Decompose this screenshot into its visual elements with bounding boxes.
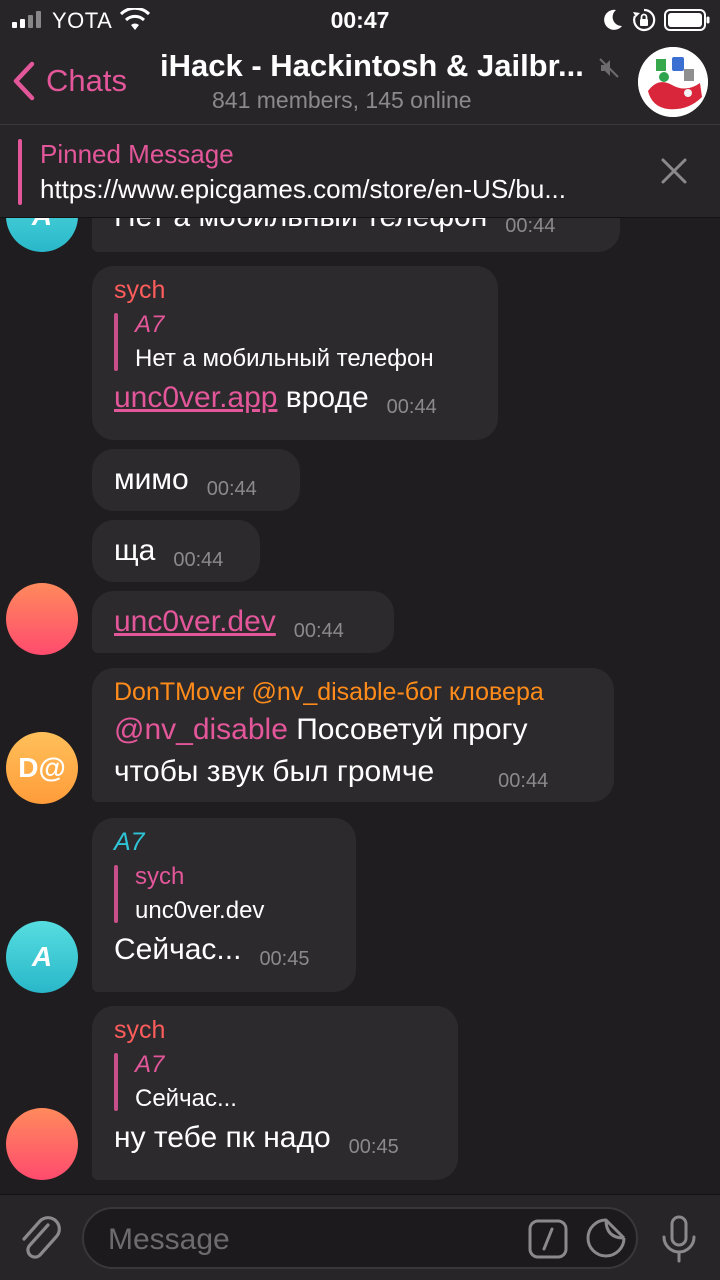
message-text: unc0ver.app вроде 00:44 bbox=[114, 381, 437, 418]
message-bubble[interactable]: ща 00:44 bbox=[92, 520, 260, 582]
message-bubble[interactable]: unc0ver.dev 00:44 bbox=[92, 591, 394, 653]
message-text: Нет а мобильный телефон00:44 bbox=[114, 218, 598, 241]
do-not-disturb-moon-icon bbox=[604, 9, 622, 30]
reply-text: Сейчас... bbox=[135, 1085, 237, 1112]
chat-title[interactable]: iHack - Hackintosh & Jailbr... bbox=[160, 48, 600, 84]
message-time: 00:45 bbox=[259, 948, 310, 970]
group-avatar[interactable] bbox=[638, 47, 708, 117]
chat-header: Chats iHack - Hackintosh & Jailbr... 841… bbox=[0, 40, 720, 124]
paperclip-icon[interactable] bbox=[18, 1213, 64, 1263]
reply-quote[interactable]: A7 Нет а мобильный телефон bbox=[114, 311, 476, 373]
message-bubble[interactable]: DonTMover @nv_disable-бог кловера @nv_di… bbox=[92, 668, 614, 802]
reply-quote[interactable]: A7 Сейчас... bbox=[114, 1051, 436, 1113]
message-bubble[interactable]: A7 sych unc0ver.dev Сейчас... 00:45 bbox=[92, 818, 356, 992]
sender-name[interactable]: sych bbox=[114, 276, 476, 305]
chat-members-status: 841 members, 145 online bbox=[212, 87, 472, 113]
message-bubble[interactable]: sych A7 Нет а мобильный телефон unc0ver.… bbox=[92, 266, 498, 440]
reply-sender: sych bbox=[135, 863, 185, 890]
message-text: @nv_disable Посоветуй прогу bbox=[114, 713, 528, 746]
message-text: unc0ver.dev 00:44 bbox=[114, 601, 372, 646]
message-text: ща 00:44 bbox=[114, 534, 224, 571]
message-text: мимо 00:44 bbox=[114, 463, 257, 500]
message-time: 00:44 bbox=[498, 770, 549, 792]
status-bar: YOTA 00:47 bbox=[0, 0, 720, 40]
message-link[interactable]: unc0ver.app bbox=[114, 381, 277, 414]
close-icon[interactable] bbox=[656, 153, 692, 189]
message-bubble[interactable]: Нет а мобильный телефон00:44 bbox=[92, 218, 620, 252]
bot-command-icon[interactable] bbox=[528, 1219, 568, 1259]
avatar-a7[interactable]: A bbox=[6, 921, 78, 993]
reply-quote[interactable]: sych unc0ver.dev bbox=[114, 863, 334, 925]
orientation-lock-icon bbox=[633, 8, 656, 32]
message-placeholder: Message bbox=[108, 1223, 230, 1256]
message-time: 00:44 bbox=[206, 478, 257, 500]
message-text: Сейчас... 00:45 bbox=[114, 933, 310, 970]
message-bubble[interactable]: sych A7 Сейчас... ну тебе пк надо 00:45 bbox=[92, 1006, 458, 1180]
reply-sender: A7 bbox=[135, 311, 165, 338]
reply-text: Нет а мобильный телефон bbox=[135, 345, 434, 372]
mention-link[interactable]: @nv_disable bbox=[114, 713, 288, 746]
sender-name[interactable]: A7 bbox=[114, 828, 334, 857]
back-label: Chats bbox=[46, 63, 127, 98]
message-link[interactable]: unc0ver.dev bbox=[114, 605, 276, 638]
pinned-text: https://www.epicgames.com/store/en-US/bu… bbox=[40, 174, 566, 204]
avatar-initial: A bbox=[32, 218, 52, 232]
muted-speaker-icon bbox=[599, 58, 619, 78]
message-list[interactable]: A Нет а мобильный телефон00:44 sych A7 Н… bbox=[0, 218, 720, 1194]
pinned-accent-bar bbox=[18, 139, 22, 205]
composer-bar: Message bbox=[0, 1194, 720, 1280]
pinned-title: Pinned Message bbox=[40, 139, 234, 169]
sender-name[interactable]: DonTMover @nv_disable-бог кловера bbox=[114, 678, 592, 707]
back-button[interactable]: Chats bbox=[10, 58, 127, 104]
message-time: 00:44 bbox=[293, 620, 344, 642]
avatar-dontmover[interactable]: D@ bbox=[6, 732, 78, 804]
reply-text: unc0ver.dev bbox=[135, 897, 265, 924]
message-bubble[interactable]: мимо 00:44 bbox=[92, 449, 300, 511]
group-avatar-image bbox=[638, 47, 708, 117]
chevron-left-icon bbox=[13, 61, 35, 101]
message-text: ну тебе пк надо 00:45 bbox=[114, 1121, 399, 1158]
avatar-sych[interactable] bbox=[6, 583, 78, 655]
message-input[interactable]: Message bbox=[82, 1207, 638, 1269]
pinned-message[interactable]: Pinned Message https://www.epicgames.com… bbox=[0, 124, 720, 218]
avatar-initials: D@ bbox=[18, 752, 66, 783]
microphone-icon[interactable] bbox=[660, 1215, 698, 1265]
avatar-initial: A bbox=[31, 941, 53, 972]
avatar-sych[interactable] bbox=[6, 1108, 78, 1180]
sender-name[interactable]: sych bbox=[114, 1016, 436, 1045]
avatar-a7[interactable]: A bbox=[6, 218, 78, 252]
message-time: 00:44 bbox=[173, 549, 224, 571]
battery-icon bbox=[664, 9, 710, 31]
message-time: 00:45 bbox=[348, 1136, 399, 1158]
message-text-line2: чтобы звук был громче 00:44 bbox=[114, 755, 549, 792]
sticker-icon[interactable] bbox=[586, 1218, 626, 1258]
reply-sender: A7 bbox=[135, 1051, 165, 1078]
message-time: 00:44 bbox=[386, 396, 437, 418]
message-time: 00:44 bbox=[505, 218, 556, 237]
